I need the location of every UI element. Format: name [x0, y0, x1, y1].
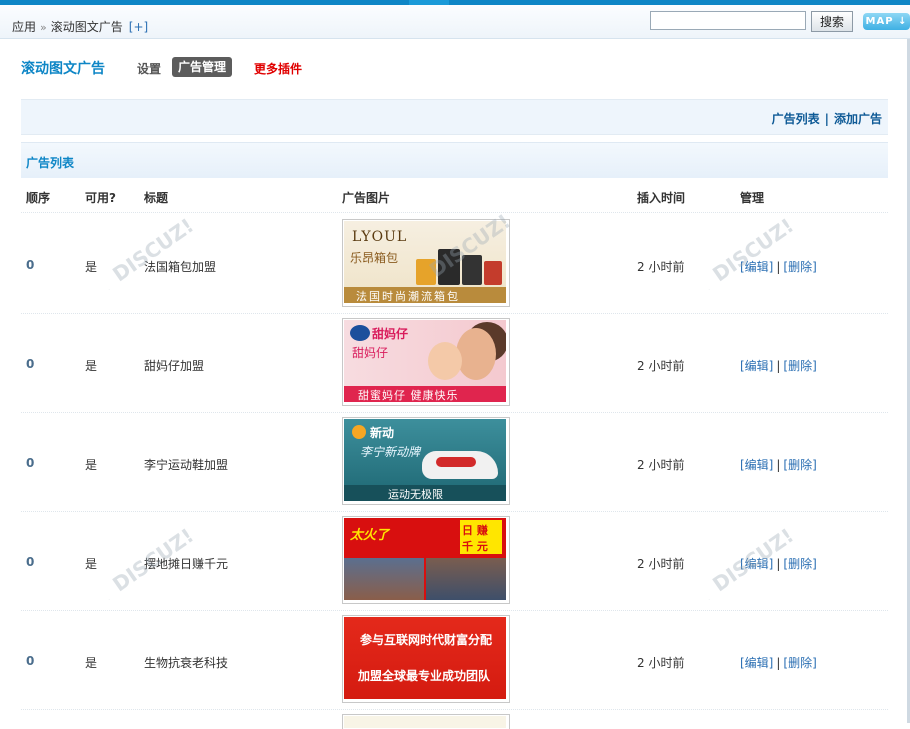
manage-separator: |: [776, 359, 781, 373]
arrow-down-icon: ↓: [898, 16, 908, 27]
ad-image[interactable]: 参与互联网时代财富分配 加盟全球最专业成功团队: [342, 615, 510, 703]
banner-slogan: 千 元: [462, 540, 488, 553]
market-photo: [344, 558, 424, 600]
row-available: 是: [85, 557, 98, 571]
ad-image[interactable]: 甜妈仔 甜妈仔 甜蜜妈仔 健康快乐: [342, 318, 510, 406]
row-available: 是: [85, 458, 98, 472]
ad-image[interactable]: 太火了 日 赚 千 元: [342, 516, 510, 604]
row-title: 生物抗衰老科技: [144, 656, 229, 670]
row-available: 是: [85, 260, 98, 274]
row-time: 2 小时前: [637, 458, 685, 472]
row-order: 0: [26, 258, 35, 272]
table-row: 0 是 生物抗衰老科技 参与互联网时代财富分配 加盟全球最专业成功团队 2 小时…: [21, 610, 888, 710]
row-order: 0: [26, 555, 35, 569]
manage-separator: |: [776, 458, 781, 472]
banner-line-2: 加盟全球最专业成功团队: [358, 669, 491, 683]
breadcrumb-current: 滚动图文广告: [50, 20, 123, 34]
delete-link[interactable]: [删除]: [783, 656, 816, 670]
manage-separator: |: [776, 656, 781, 670]
map-label: MAP: [865, 16, 894, 27]
banner-subtitle: 李宁新动牌: [360, 445, 421, 459]
map-button[interactable]: MAP ↓: [863, 13, 910, 30]
row-time: 2 小时前: [637, 260, 685, 274]
banner-subtitle: 日 赚: [462, 524, 488, 537]
table-row: 0 是 法国箱包加盟 LYOUL 乐昂箱包 法国时尚潮流箱包 2 小时前 [编辑…: [21, 214, 888, 314]
edit-link[interactable]: [编辑]: [740, 458, 773, 472]
breadcrumb-separator: »: [40, 21, 47, 34]
row-available: 是: [85, 359, 98, 373]
delete-link[interactable]: [删除]: [783, 359, 816, 373]
banner-brand: 新动: [370, 426, 395, 440]
table-row: 0 是 甜妈仔加盟 甜妈仔 甜妈仔 甜蜜妈仔 健康快乐 2 小时前 [编辑] |[…: [21, 313, 888, 413]
nav-ad-manage[interactable]: 广告管理: [172, 57, 233, 77]
delete-link[interactable]: [删除]: [783, 557, 816, 571]
search-button[interactable]: 搜索: [811, 11, 853, 32]
ad-list-link[interactable]: 广告列表: [772, 112, 820, 126]
action-separator: |: [824, 112, 829, 126]
row-order: 0: [26, 654, 35, 668]
col-insert-time: 插入时间: [637, 191, 686, 205]
add-shortcut-link[interactable]: [+]: [129, 20, 148, 34]
brand-logo-icon: [352, 425, 366, 439]
edit-link[interactable]: [编辑]: [740, 557, 773, 571]
section-header: 广告列表: [21, 142, 888, 178]
col-order: 顺序: [26, 191, 51, 205]
col-title: 标题: [144, 191, 169, 205]
banner-slogan: 法国时尚潮流箱包: [356, 290, 460, 303]
add-ad-link[interactable]: 添加广告: [834, 112, 882, 126]
action-bar: 广告列表 | 添加广告: [21, 99, 888, 135]
row-manage: [编辑] | [删除]: [740, 357, 817, 374]
col-manage: 管理: [740, 191, 765, 205]
row-order: 0: [26, 357, 35, 371]
plugin-title: 滚动图文广告: [21, 61, 105, 77]
delete-link[interactable]: [删除]: [783, 458, 816, 472]
edit-link[interactable]: [编辑]: [740, 359, 773, 373]
col-image: 广告图片: [342, 191, 391, 205]
section-title: 广告列表: [26, 156, 75, 170]
row-manage: [编辑] | [删除]: [740, 654, 817, 671]
ad-image[interactable]: [342, 714, 510, 729]
market-photo: [426, 558, 506, 600]
mother-baby-illustration: [428, 342, 462, 380]
manage-separator: |: [776, 260, 781, 274]
banner-slogan: 运动无极限: [388, 488, 443, 501]
edit-link[interactable]: [编辑]: [740, 260, 773, 274]
row-available: 是: [85, 656, 98, 670]
table-row: 0 是 摆地摊日赚千元 太火了 日 赚 千 元 2 小时前 [编辑] | [删除]: [21, 511, 888, 611]
breadcrumb-app-link[interactable]: 应用: [12, 20, 36, 34]
banner-brand: 太火了: [350, 528, 390, 543]
row-order: 0: [26, 456, 35, 470]
brand-logo-icon: [350, 325, 370, 341]
search-input[interactable]: [650, 11, 806, 30]
row-manage: [编辑] | [删除]: [740, 258, 817, 275]
banner-subtitle: 乐昂箱包: [350, 251, 399, 265]
row-manage: [编辑] | [删除]: [740, 555, 817, 572]
row-title: 摆地摊日赚千元: [144, 557, 229, 571]
table-row: [21, 709, 888, 729]
row-manage: [编辑] | [删除]: [740, 456, 817, 473]
banner-slogan: 甜蜜妈仔 健康快乐: [358, 389, 459, 402]
luggage-illustration: [416, 247, 502, 285]
row-title: 李宁运动鞋加盟: [144, 458, 229, 472]
banner-subtitle: 甜妈仔: [352, 346, 389, 360]
row-time: 2 小时前: [637, 656, 685, 670]
breadcrumb: 应用 » 滚动图文广告 [+]: [12, 18, 148, 35]
row-title: 法国箱包加盟: [144, 260, 217, 274]
header-divider: [21, 212, 888, 213]
banner-brand: LYOUL: [352, 229, 408, 245]
row-title: 甜妈仔加盟: [144, 359, 205, 373]
banner-brand: 甜妈仔: [372, 327, 409, 341]
ad-image[interactable]: LYOUL 乐昂箱包 法国时尚潮流箱包: [342, 219, 510, 307]
manage-separator: |: [776, 557, 781, 571]
ad-image[interactable]: 新动 李宁新动牌 运动无极限: [342, 417, 510, 505]
row-time: 2 小时前: [637, 359, 685, 373]
delete-link[interactable]: [删除]: [783, 260, 816, 274]
col-available: 可用?: [85, 191, 116, 205]
nav-more-plugins[interactable]: 更多插件: [254, 60, 302, 77]
banner-line-1: 参与互联网时代财富分配: [360, 633, 493, 647]
edit-link[interactable]: [编辑]: [740, 656, 773, 670]
row-time: 2 小时前: [637, 557, 685, 571]
table-row: 0 是 李宁运动鞋加盟 新动 李宁新动牌 运动无极限 2 小时前 [编辑] | [删…: [21, 412, 888, 512]
nav-settings[interactable]: 设置: [137, 60, 161, 77]
